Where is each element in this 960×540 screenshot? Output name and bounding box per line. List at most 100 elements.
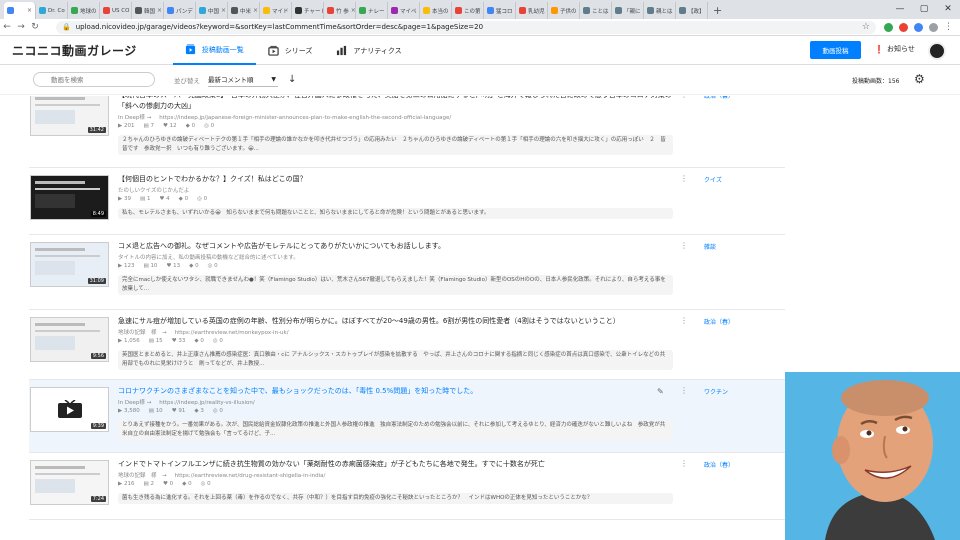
browser-tab[interactable]: 中国 × — [196, 2, 228, 19]
browser-tab[interactable]: 子供の× — [548, 2, 580, 19]
search-input[interactable] — [33, 72, 155, 87]
video-description: 地球の記録 様 → https://earthreview.net/drug-re… — [118, 471, 325, 479]
close-tab-icon[interactable]: × — [221, 7, 226, 14]
bookmark-star-icon[interactable]: ☆ — [862, 22, 870, 32]
video-thumbnail[interactable]: 31:09 — [30, 242, 109, 287]
duration-badge: 8:49 — [90, 211, 106, 217]
kebab-menu-icon[interactable]: ⋮ — [680, 241, 688, 250]
source-url[interactable]: https://indeep.jp/japanese-foreign-minis… — [159, 115, 451, 121]
category-label[interactable]: 政治（雲） — [704, 96, 734, 100]
video-description: たのしいクイズのじかんだよ — [118, 186, 197, 194]
browser-tab[interactable]: 中米 × — [228, 2, 260, 19]
edit-pencil-icon[interactable]: ✎ — [657, 387, 664, 396]
extension-icon[interactable] — [899, 22, 908, 32]
source-url[interactable]: https://earthreview.net/drug-resistant-s… — [175, 473, 326, 479]
reload-icon[interactable]: ↻ — [28, 22, 42, 32]
tab-analytics[interactable]: アナリティクス — [324, 37, 413, 65]
notice-link[interactable]: ❗ お知らせ — [874, 44, 915, 54]
browser-tab[interactable]: 「親に× — [612, 2, 644, 19]
close-tab-icon[interactable]: × — [27, 7, 32, 14]
favicon-icon — [39, 7, 46, 14]
browser-tab[interactable]: × — [4, 2, 36, 19]
upload-button[interactable]: 動画投稿 — [810, 41, 861, 59]
browser-tab[interactable]: 地球の× — [68, 2, 100, 19]
video-thumbnail[interactable]: 8:49 — [30, 175, 109, 220]
tab-label: アナリティクス — [353, 46, 402, 55]
minimize-icon[interactable]: — — [888, 0, 912, 19]
sort-select[interactable]: 最新コメント順 ▼ — [208, 72, 278, 87]
video-thumbnail[interactable]: 31:42 — [30, 96, 109, 136]
likes-stat: ◆ 0 — [194, 338, 204, 344]
back-icon[interactable]: ← — [0, 22, 14, 32]
video-title[interactable]: 【現代日本のスーパー売国政策8】「日本の外務大臣が、在日外国人に参政権を与え、英… — [118, 96, 678, 112]
browser-tab[interactable]: 【政】× — [676, 2, 708, 19]
avatar[interactable] — [928, 42, 946, 60]
browser-tab[interactable]: 乳幼児× — [516, 2, 548, 19]
video-row[interactable]: 7:24 インドでトマトインフルエンザに続き抗生物質の効かない「薬剤耐性の赤痢菌… — [29, 453, 785, 520]
source-url[interactable]: https://indeep.jp/reality-vs-illusion/ — [159, 400, 254, 406]
browser-tab[interactable]: この第× — [452, 2, 484, 19]
video-thumbnail[interactable]: 7:24 — [30, 460, 109, 505]
tab-video-list[interactable]: 投稿動画一覧 — [172, 37, 256, 65]
duration-badge: 31:42 — [87, 127, 106, 133]
browser-tab[interactable]: 本当の× — [420, 2, 452, 19]
category-label[interactable]: 政治（春） — [704, 460, 734, 469]
video-row[interactable]: 9:56 急速にサル痘が増加している英国の症例の年齢、性別分布が明らかに。ほぼす… — [29, 310, 785, 380]
browser-tab[interactable]: ことは× — [580, 2, 612, 19]
browser-tab[interactable]: 竹 参 × — [324, 2, 356, 19]
close-tab-icon[interactable]: × — [253, 7, 258, 14]
likes-stat: ◆ 0 — [182, 481, 192, 487]
kebab-menu-icon[interactable]: ⋮ — [680, 96, 688, 99]
video-title[interactable]: 急速にサル痘が増加している英国の症例の年齢、性別分布が明らかに。ほぼすべてが20… — [118, 316, 678, 327]
video-title[interactable]: コメ退と広告への御礼。なぜコメントや広告がモレテルにとってありがたいかについても… — [118, 241, 678, 252]
source-url[interactable]: https://earthreview.net/monkeypox-in-uk/ — [175, 330, 289, 336]
video-thumbnail[interactable]: 9:39 — [30, 387, 109, 432]
video-row[interactable]: 9:39 コロナワクチンのさまざまなことを知った中で、最もショックだったのは、「… — [29, 380, 785, 453]
new-tab-button[interactable]: + — [708, 2, 727, 19]
url-bar[interactable]: 🔒 upload.nicovideo.jp/garage/videos?keyw… — [56, 20, 876, 34]
sort-label: 並び替え — [174, 76, 200, 85]
favicon-icon — [615, 7, 622, 14]
browser-tab[interactable]: マイペ× — [388, 2, 420, 19]
browser-tab[interactable]: ナレー× — [356, 2, 388, 19]
views-stat: ▶ 1,056 — [118, 338, 140, 344]
browser-tab[interactable]: 親とは× — [644, 2, 676, 19]
video-title[interactable]: インドでトマトインフルエンザに続き抗生物質の効かない「薬剤耐性の赤痢菌感染症」が… — [118, 459, 678, 470]
video-title[interactable]: 【何個目のヒントでわかるかな？】クイズ！私はどこの国？ — [118, 174, 678, 185]
category-label[interactable]: クイズ — [704, 175, 722, 184]
app-logo[interactable]: ニコニコ動画ガレージ — [12, 42, 137, 59]
video-row[interactable]: 31:42 【現代日本のスーパー売国政策8】「日本の外務大臣が、在日外国人に参政… — [29, 96, 785, 168]
browser-tab[interactable]: US CO× — [100, 2, 132, 19]
browser-tab[interactable]: Dr. Co× — [36, 2, 68, 19]
video-title[interactable]: コロナワクチンのさまざまなことを知った中で、最もショックだったのは、「毒性 0.… — [118, 386, 678, 397]
sort-direction-button[interactable]: ↓ — [288, 74, 296, 85]
forward-icon[interactable]: → — [14, 22, 28, 32]
kebab-menu-icon[interactable]: ⋮ — [680, 174, 688, 183]
tab-series[interactable]: シリーズ — [256, 37, 325, 65]
video-thumbnail[interactable]: 9:56 — [30, 317, 109, 362]
video-row[interactable]: 8:49 【何個目のヒントでわかるかな？】クイズ！私はどこの国？ たのしいクイズ… — [29, 168, 785, 235]
kebab-menu-icon[interactable]: ⋮ — [680, 459, 688, 468]
favicon-icon — [359, 7, 366, 14]
category-label[interactable]: 政治（春） — [704, 317, 734, 326]
category-label[interactable]: ワクチン — [704, 387, 728, 396]
extension-icon[interactable] — [914, 22, 923, 32]
browser-tab[interactable]: マイド× — [260, 2, 292, 19]
video-row[interactable]: 31:09 コメ退と広告への御礼。なぜコメントや広告がモレテルにとってありがたい… — [29, 235, 785, 310]
maximize-icon[interactable]: ▢ — [912, 0, 936, 19]
browser-tab[interactable]: パンデ× — [164, 2, 196, 19]
extension-icon[interactable] — [884, 22, 893, 32]
gear-icon[interactable]: ⚙ — [914, 72, 925, 86]
browser-tab[interactable]: 猛コロ× — [484, 2, 516, 19]
kebab-menu-icon[interactable]: ⋮ — [680, 316, 688, 325]
kebab-menu-icon[interactable]: ⋮ — [944, 22, 953, 32]
kebab-menu-icon[interactable]: ⋮ — [680, 386, 688, 395]
latest-comment: ２ちゃんのひろゆきの論破ディベートテクの第１手「相手の理論の誰かなかを叩き代弁せ… — [118, 135, 673, 155]
category-label[interactable]: 雑談 — [704, 242, 716, 251]
browser-tab-label: 猛コロ — [496, 8, 513, 15]
browser-tab[interactable]: 韓国 × — [132, 2, 164, 19]
browser-tab[interactable]: チャート× — [292, 2, 324, 19]
close-tab-icon[interactable]: × — [157, 7, 162, 14]
close-icon[interactable]: ✕ — [936, 0, 960, 19]
profile-icon[interactable] — [929, 22, 938, 32]
